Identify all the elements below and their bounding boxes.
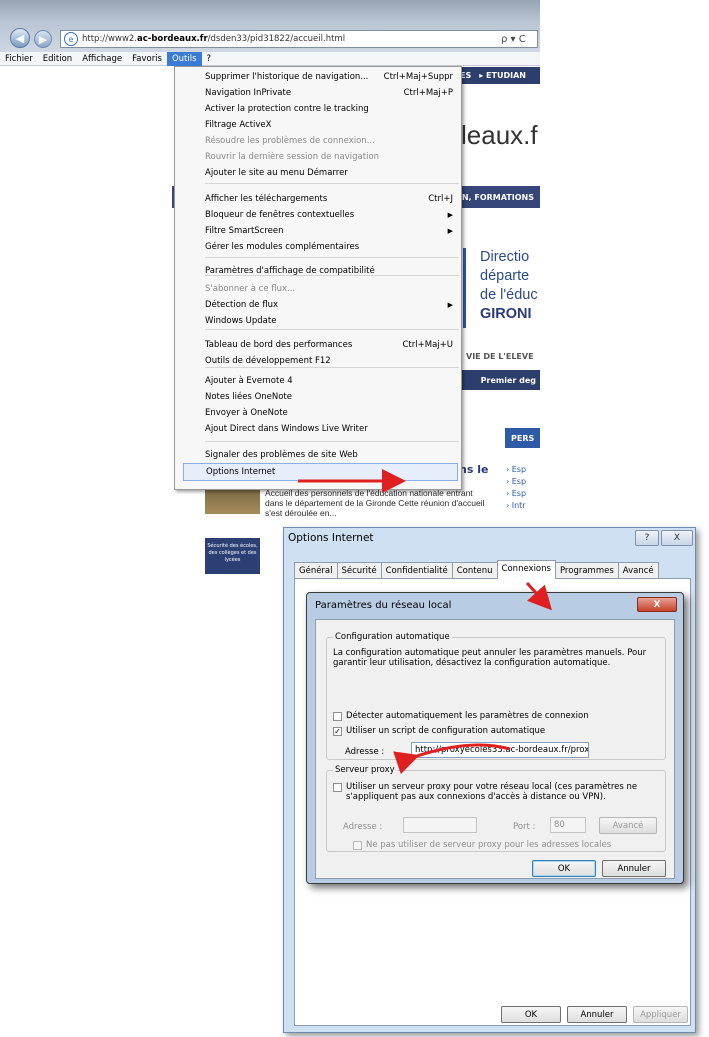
- arrow-script-address: [393, 743, 511, 775]
- tab-connexions[interactable]: Connexions: [496, 560, 556, 579]
- annotation-arrows: [298, 469, 553, 775]
- arrow-connexions-tab: [525, 581, 553, 611]
